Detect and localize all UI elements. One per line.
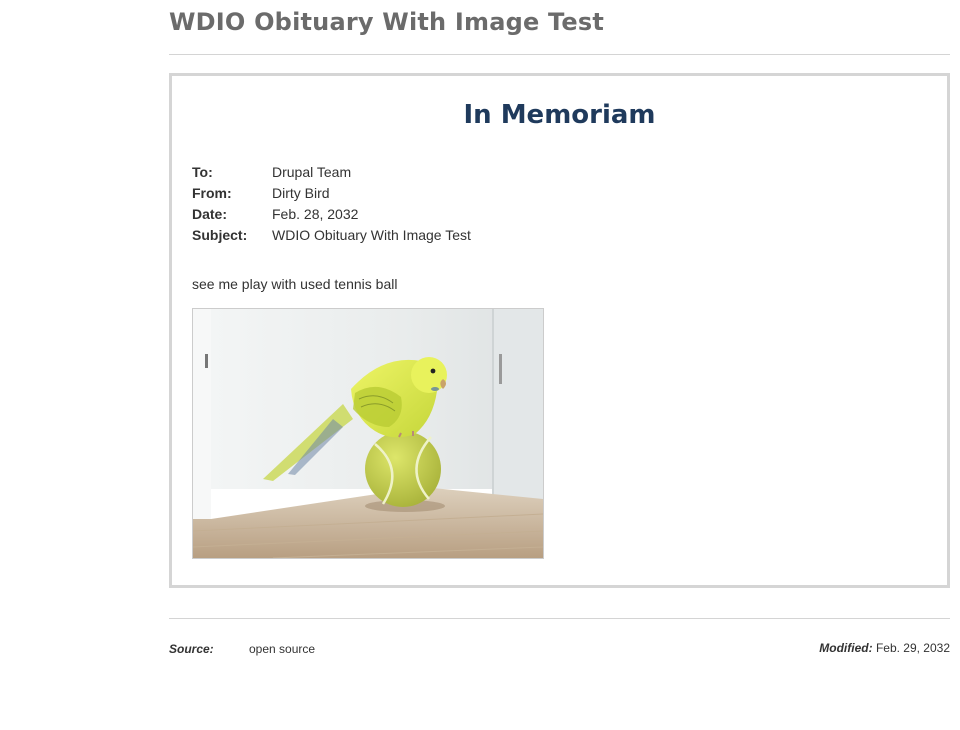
parakeet-on-tennis-ball-photo [192, 308, 544, 559]
memo-to-row: To: Drupal Team [192, 162, 471, 183]
modified-label: Modified: [819, 641, 873, 655]
memo-heading: In Memoriam [463, 100, 656, 130]
memo-from-value: Dirty Bird [272, 185, 330, 201]
memo-date-value: Feb. 28, 2032 [272, 206, 359, 222]
memo-to-label: To: [192, 164, 213, 180]
modified-value: Feb. 29, 2032 [875, 641, 950, 655]
memo-to-value: Drupal Team [272, 164, 352, 180]
modified-row: Modified: Feb. 29, 2032 [819, 641, 950, 655]
page-title: WDIO Obituary With Image Test [169, 8, 605, 36]
source-row: Source: open source [169, 642, 315, 656]
memo-from-row: From: Dirty Bird [192, 183, 471, 204]
memo-subject-label: Subject: [192, 227, 248, 243]
memo-date-label: Date: [192, 206, 228, 222]
memo-subject-row: Subject: WDIO Obituary With Image Test [192, 225, 471, 246]
memo-body-text: see me play with used tennis ball [192, 276, 398, 292]
footer-divider [169, 618, 950, 619]
memo-fields: To: Drupal Team From: Dirty Bird Date: F… [192, 162, 471, 246]
memo-from-label: From: [192, 185, 232, 201]
memo-subject-value: WDIO Obituary With Image Test [272, 227, 471, 243]
source-value: open source [249, 642, 316, 656]
source-label: Source: [169, 642, 214, 656]
memo-date-row: Date: Feb. 28, 2032 [192, 204, 471, 225]
page: WDIO Obituary With Image Test In Memoria… [0, 0, 960, 730]
memo-card: In Memoriam To: Drupal Team From: Dirty … [169, 73, 950, 588]
photo-illustration [192, 309, 544, 559]
title-divider [169, 54, 950, 55]
